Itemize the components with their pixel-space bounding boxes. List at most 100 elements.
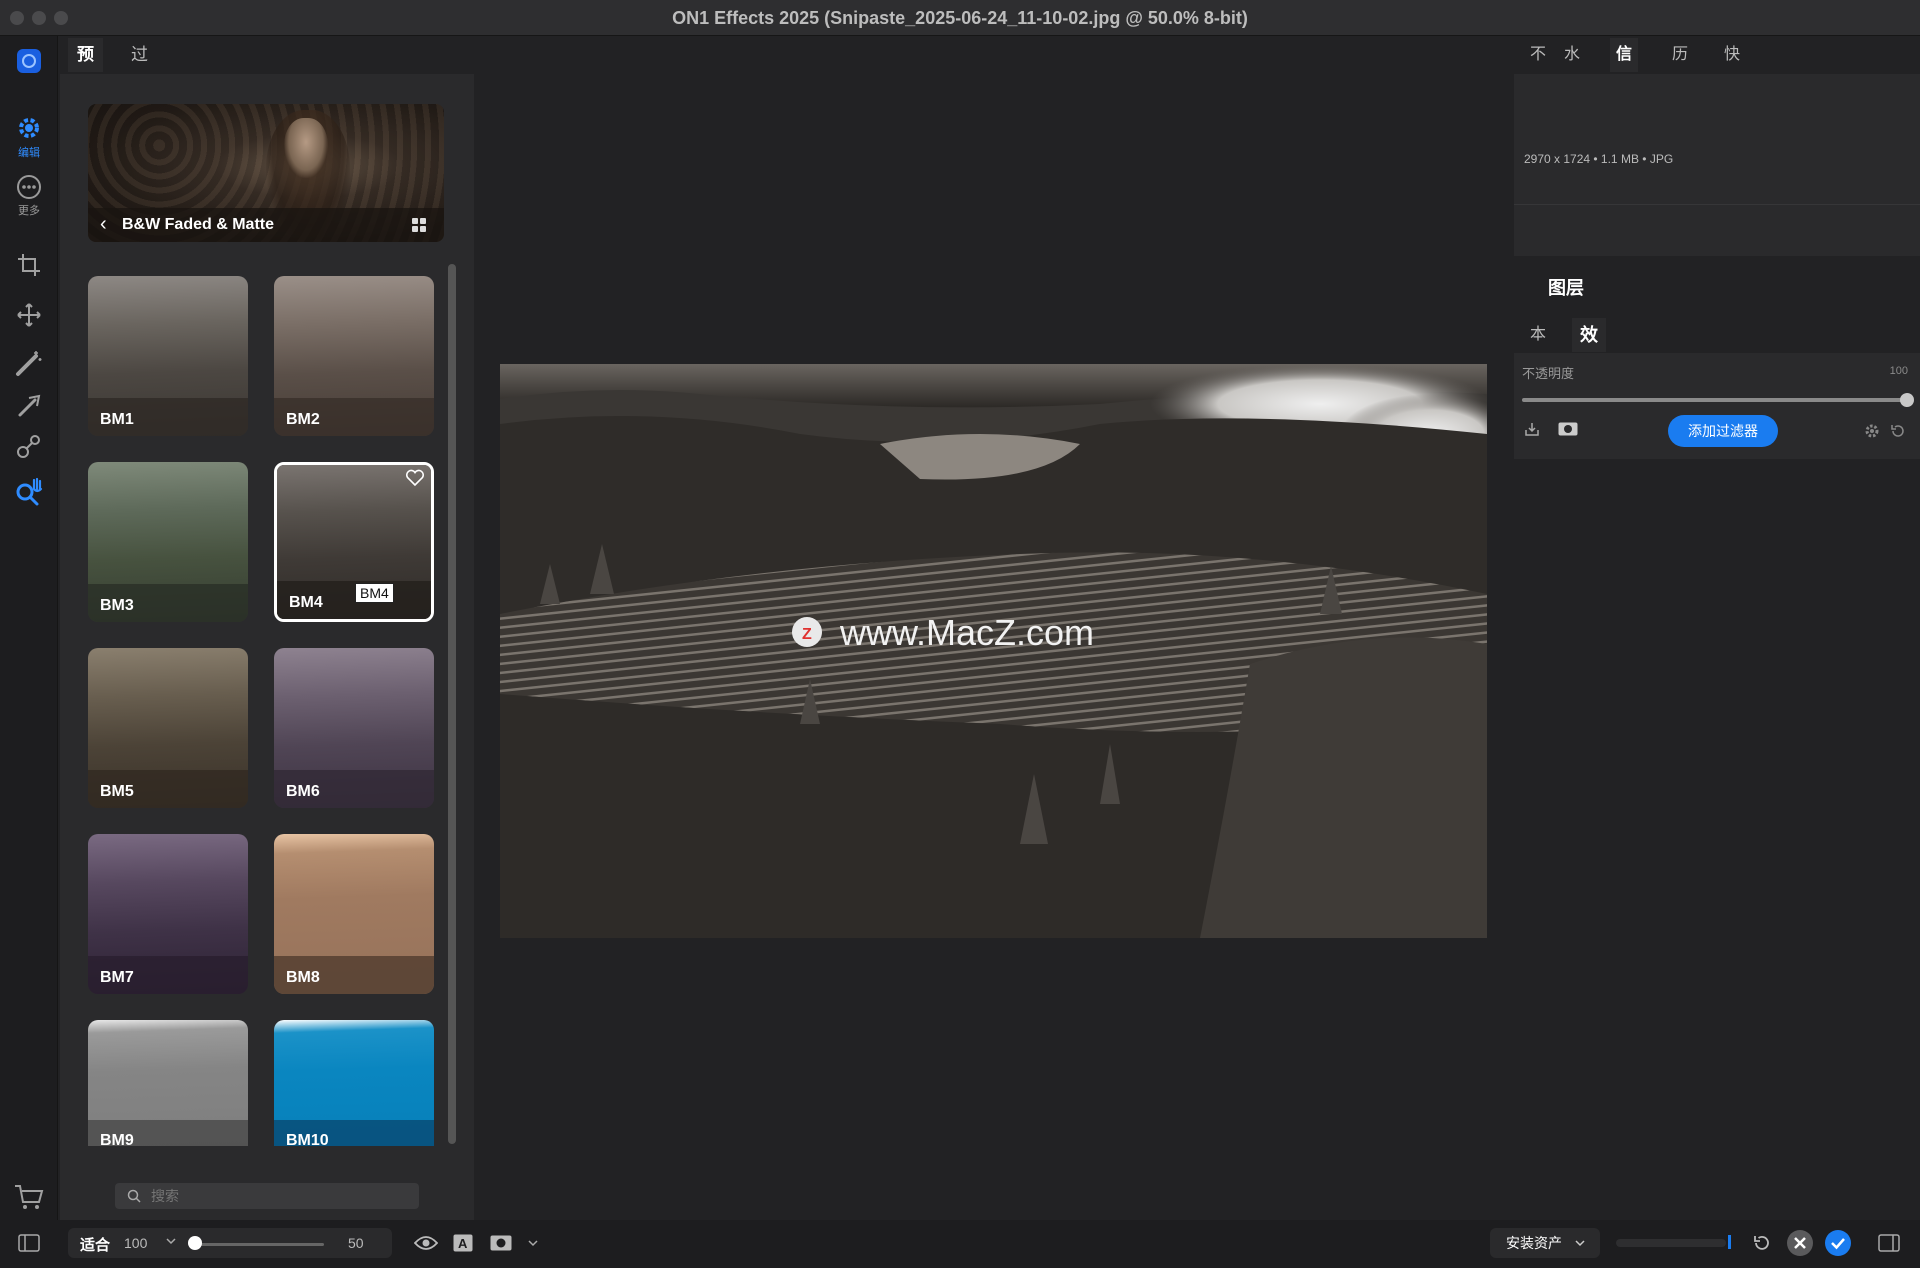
toggle-right-panel-icon[interactable] xyxy=(1878,1234,1900,1252)
bottom-bar: 适合 100 50 A 安装资产 xyxy=(0,1220,1920,1268)
opacity-slider-thumb[interactable] xyxy=(1900,393,1914,407)
edit-label: 编辑 xyxy=(18,147,40,159)
opacity-label: 不透明度 xyxy=(1522,366,1575,381)
move-tool[interactable] xyxy=(0,302,58,328)
reset-icon[interactable] xyxy=(1890,423,1906,439)
back-chevron-icon[interactable]: ‹ xyxy=(100,213,107,236)
preset-tooltip: BM4 xyxy=(355,583,394,603)
favorite-heart-icon[interactable] xyxy=(405,469,425,487)
preset-search-box[interactable] xyxy=(115,1183,419,1209)
cart-button[interactable] xyxy=(0,1182,58,1212)
zoom-hand-icon xyxy=(16,477,43,506)
clone-tool[interactable] xyxy=(0,432,58,460)
preset-label: BM6 xyxy=(286,783,320,800)
preset-label: BM1 xyxy=(100,411,134,428)
tab-presets[interactable]: 预置 xyxy=(68,38,103,98)
search-icon xyxy=(127,1189,141,1203)
tab-snapshots[interactable]: 快照 xyxy=(1718,38,1746,97)
window-title: ON1 Effects 2025 (Snipaste_2025-06-24_11… xyxy=(672,8,1248,28)
fit-button[interactable]: 适合 xyxy=(80,1234,110,1255)
tab-info[interactable]: 信息 xyxy=(1610,38,1639,97)
edit-gear-icon xyxy=(19,118,39,138)
more-button[interactable]: 更多 xyxy=(0,174,58,218)
tab-local[interactable]: 本地 xyxy=(1522,318,1554,377)
presets-scrollbar[interactable] xyxy=(448,264,456,1144)
category-title: B&W Faded & Matte xyxy=(122,216,274,233)
preset-bm1[interactable]: BM1 xyxy=(88,276,248,436)
tool-strip: 编辑 更多 xyxy=(0,36,58,1268)
zoom-slider-value: 50 xyxy=(348,1235,364,1251)
app-logo xyxy=(0,48,58,74)
preset-bm8[interactable]: BM8 xyxy=(274,834,434,994)
banner-portrait-face xyxy=(284,118,328,178)
preset-bm9[interactable]: BM9 xyxy=(88,1020,248,1146)
add-filter-button[interactable]: 添加过滤器 xyxy=(1668,415,1778,447)
preset-bm6[interactable]: BM6 xyxy=(274,648,434,808)
preset-label: BM4 xyxy=(289,594,323,611)
tab-history[interactable]: 历史 xyxy=(1666,38,1694,97)
preset-label: BM9 xyxy=(100,1132,134,1146)
settings-gear-icon[interactable] xyxy=(1864,423,1880,439)
perfect-brush-tool[interactable] xyxy=(0,392,58,420)
category-banner[interactable]: ‹ B&W Faded & Matte xyxy=(88,104,444,242)
zoom-slider-thumb[interactable] xyxy=(188,1236,202,1250)
brush-tool[interactable] xyxy=(0,348,58,378)
tab-effects[interactable]: 效果 xyxy=(1572,318,1606,379)
info-divider xyxy=(1514,204,1920,205)
preset-bm4[interactable]: BM4 BM4 xyxy=(274,462,434,622)
svg-text:A: A xyxy=(458,1236,468,1251)
compare-icon[interactable]: A xyxy=(453,1234,473,1252)
preset-bm7[interactable]: BM7 xyxy=(88,834,248,994)
view-options-chevron-icon[interactable] xyxy=(526,1236,540,1250)
crop-icon xyxy=(18,254,40,276)
preset-label: BM7 xyxy=(100,969,134,986)
zoom-value[interactable]: 100 xyxy=(124,1235,147,1251)
preset-bm3[interactable]: BM3 xyxy=(88,462,248,622)
clone-icon xyxy=(17,435,40,458)
cancel-icon[interactable] xyxy=(1786,1229,1814,1257)
watermark-text: www.MacZ.com xyxy=(839,612,1094,653)
chevron-down-icon[interactable] xyxy=(164,1234,178,1248)
zoom-hand-tool[interactable] xyxy=(0,476,58,508)
layers-title: 图层 xyxy=(1548,278,1584,298)
app-logo-icon xyxy=(17,49,41,73)
crop-tool[interactable] xyxy=(0,252,58,278)
preset-label: BM2 xyxy=(286,411,320,428)
zoom-control: 适合 100 50 xyxy=(68,1228,392,1258)
search-input[interactable] xyxy=(151,1185,411,1207)
opacity-slider-track[interactable] xyxy=(1522,398,1906,402)
effects-panel: 不透明度 100 添加过滤器 xyxy=(1514,353,1920,459)
edit-module-button[interactable]: 编辑 xyxy=(0,114,58,160)
mask-icon[interactable] xyxy=(1558,422,1578,436)
brush-icon xyxy=(16,351,42,376)
image-metadata: 2970 x 1724 • 1.1 MB • JPG xyxy=(1524,152,1674,166)
image-canvas[interactable]: Z www.MacZ.com xyxy=(500,364,1487,938)
progress-marker xyxy=(1728,1235,1731,1249)
presets-panel: ‹ B&W Faded & Matte BM1 BM2 BM3 BM4 BM4 … xyxy=(60,74,474,1220)
preset-label: BM3 xyxy=(100,597,134,614)
install-chevron-icon xyxy=(1575,1240,1585,1247)
tab-filters[interactable]: 过滤器 xyxy=(122,38,157,132)
preset-bm2[interactable]: BM2 xyxy=(274,276,434,436)
tab-navigator[interactable]: 不 xyxy=(1524,38,1552,72)
svg-text:Z: Z xyxy=(802,626,812,643)
eye-preview-icon[interactable] xyxy=(414,1234,438,1252)
perfect-brush-icon xyxy=(18,394,41,417)
progress-track xyxy=(1616,1235,1731,1249)
title-bar: ON1 Effects 2025 (Snipaste_2025-06-24_11… xyxy=(0,0,1920,36)
save-preset-icon[interactable] xyxy=(1524,421,1540,437)
preset-bm10[interactable]: BM10 xyxy=(274,1020,434,1146)
toggle-left-panel-icon[interactable] xyxy=(18,1234,40,1252)
info-panel: 2970 x 1724 • 1.1 MB • JPG xyxy=(1514,74,1920,256)
landscape-photo: Z www.MacZ.com xyxy=(500,364,1487,938)
reset-all-icon[interactable] xyxy=(1752,1233,1772,1253)
mask-view-icon[interactable] xyxy=(490,1235,512,1251)
tab-levels[interactable]: 水平 xyxy=(1558,38,1586,97)
preset-bm5[interactable]: BM5 xyxy=(88,648,248,808)
install-assets-button[interactable]: 安装资产 xyxy=(1490,1228,1600,1258)
apply-check-icon[interactable] xyxy=(1824,1229,1852,1257)
zoom-slider-track[interactable] xyxy=(196,1243,324,1246)
move-icon xyxy=(17,303,41,327)
grid-view-icon[interactable] xyxy=(412,218,426,232)
cart-icon xyxy=(15,1185,44,1209)
